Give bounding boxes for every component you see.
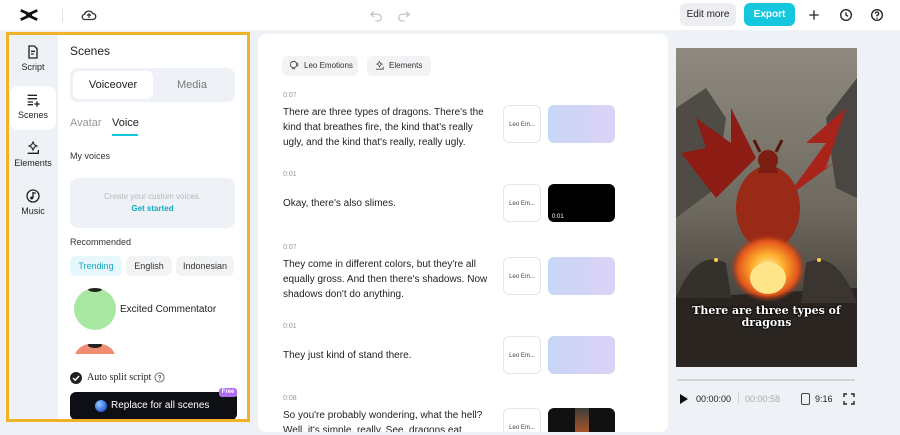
scene-media-thumbnail[interactable]: 0:01 — [548, 184, 615, 222]
cloud-sync-icon[interactable] — [80, 6, 98, 24]
nav-item-elements[interactable]: Elements — [10, 134, 56, 178]
capcut-logo-icon[interactable] — [18, 4, 40, 26]
scene-avatar-button[interactable]: Leo Em... — [503, 257, 541, 295]
play-icon[interactable] — [679, 394, 689, 404]
current-time: 00:00:00 — [696, 394, 732, 404]
avatar-hair — [88, 344, 102, 348]
scenes-panel: Scenes Voiceover Media Avatar Voice My v… — [58, 34, 248, 420]
voice-name[interactable]: Excited Commentator — [120, 304, 216, 315]
aspect-ratio-icon[interactable] — [801, 393, 810, 405]
scene-avatar-button[interactable]: Leo Em... — [503, 105, 541, 143]
video-caption: There are three types of dragons — [692, 304, 841, 329]
export-button[interactable]: Export — [744, 3, 795, 26]
left-nav: Script Scenes Elements Music — [8, 34, 58, 420]
nav-item-script[interactable]: Script — [10, 38, 56, 82]
dragon-thumbnail-image — [575, 408, 589, 432]
chip-english[interactable]: English — [126, 256, 172, 276]
replace-all-label: Replace for all scenes — [111, 400, 210, 411]
voice-orb-icon — [95, 400, 107, 412]
scene-duration: 0:08 — [283, 395, 297, 402]
media-duration: 0:01 — [552, 214, 564, 220]
nav-item-music[interactable]: Music — [10, 182, 56, 226]
scene-duration: 0:01 — [283, 171, 297, 178]
chip-indonesian[interactable]: Indonesian — [176, 256, 234, 276]
scene-media-thumbnail[interactable] — [548, 105, 615, 143]
chip-trending[interactable]: Trending — [70, 256, 122, 276]
recommended-label: Recommended — [70, 237, 132, 247]
history-icon[interactable] — [838, 7, 854, 23]
tab-voice[interactable]: Voice — [112, 117, 139, 129]
scene-text[interactable]: They come in different colors, but they'… — [283, 257, 493, 302]
video-preview[interactable]: There are three types of dragons — [676, 48, 857, 367]
elements-label: Elements — [389, 61, 423, 70]
tab-voiceover[interactable]: Voiceover — [73, 71, 153, 99]
active-tab-indicator — [112, 134, 138, 136]
elements-icon — [375, 60, 384, 70]
nav-item-label: Scenes — [17, 110, 49, 120]
undo-icon[interactable] — [368, 7, 384, 23]
voice-avatar[interactable] — [74, 288, 116, 330]
elements-icon — [27, 140, 39, 154]
scene-text[interactable]: They just kind of stand there. — [283, 348, 493, 363]
nav-item-label: Script — [21, 62, 45, 72]
divider — [62, 8, 63, 22]
scenes-icon — [27, 94, 40, 107]
get-started-link[interactable]: Get started — [70, 204, 235, 213]
custom-voices-card[interactable]: Create your custom voices. Get started — [70, 178, 235, 228]
elements-button[interactable]: Elements — [367, 56, 431, 76]
scene-text[interactable]: Okay, there's also slimes. — [283, 196, 493, 211]
scene-avatar-button[interactable]: Leo Em... — [503, 336, 541, 374]
info-icon[interactable] — [154, 372, 165, 383]
nav-item-label: Music — [21, 206, 45, 216]
checkbox-checked-icon[interactable] — [70, 372, 82, 384]
help-icon[interactable] — [869, 7, 885, 23]
fullscreen-icon[interactable] — [843, 393, 855, 405]
scene-text[interactable]: So you're probably wondering, what the h… — [283, 408, 493, 432]
script-icon — [28, 45, 38, 59]
total-time: 00:00:58 — [745, 394, 781, 404]
leo-emotions-button[interactable]: Leo Emotions — [282, 56, 358, 76]
scene-text[interactable]: There are three types of dragons. There'… — [283, 105, 493, 150]
replace-all-scenes-button[interactable]: Replace for all scenes — [70, 392, 237, 420]
custom-voices-prompt: Create your custom voices. — [104, 192, 201, 201]
free-badge: Free — [219, 388, 237, 397]
scene-media-thumbnail[interactable] — [548, 408, 615, 432]
avatar-hair — [88, 288, 102, 292]
script-editor: Leo Emotions Elements 0:07 There are thr… — [258, 34, 668, 432]
scene-media-thumbnail[interactable] — [548, 336, 615, 374]
redo-icon[interactable] — [396, 7, 412, 23]
scene-media-thumbnail[interactable] — [548, 257, 615, 295]
auto-split-label: Auto split script — [87, 372, 152, 383]
panel-footer-background — [58, 354, 248, 368]
aspect-ratio-value[interactable]: 9:16 — [815, 394, 833, 404]
voiceover-media-switch: Voiceover Media — [70, 68, 235, 102]
scene-duration: 0:07 — [283, 244, 297, 251]
scene-duration: 0:01 — [283, 323, 297, 330]
my-voices-label: My voices — [70, 151, 111, 161]
avatar-emotion-icon — [289, 60, 299, 70]
leo-emotions-label: Leo Emotions — [304, 61, 353, 70]
edit-more-button[interactable]: Edit more — [680, 3, 736, 26]
nav-item-label: Elements — [14, 158, 52, 168]
music-icon — [26, 189, 40, 203]
nav-item-scenes[interactable]: Scenes — [10, 86, 56, 130]
scene-avatar-button[interactable]: Leo Em... — [503, 408, 541, 432]
scene-duration: 0:07 — [283, 92, 297, 99]
top-bar: Edit more Export — [0, 0, 900, 30]
tab-media[interactable]: Media — [152, 71, 232, 99]
plus-icon[interactable] — [806, 7, 822, 23]
divider — [738, 393, 739, 404]
panel-title: Scenes — [70, 44, 111, 58]
tab-avatar[interactable]: Avatar — [70, 117, 102, 129]
playback-progress-bar[interactable] — [677, 379, 855, 381]
scene-avatar-button[interactable]: Leo Em... — [503, 184, 541, 222]
